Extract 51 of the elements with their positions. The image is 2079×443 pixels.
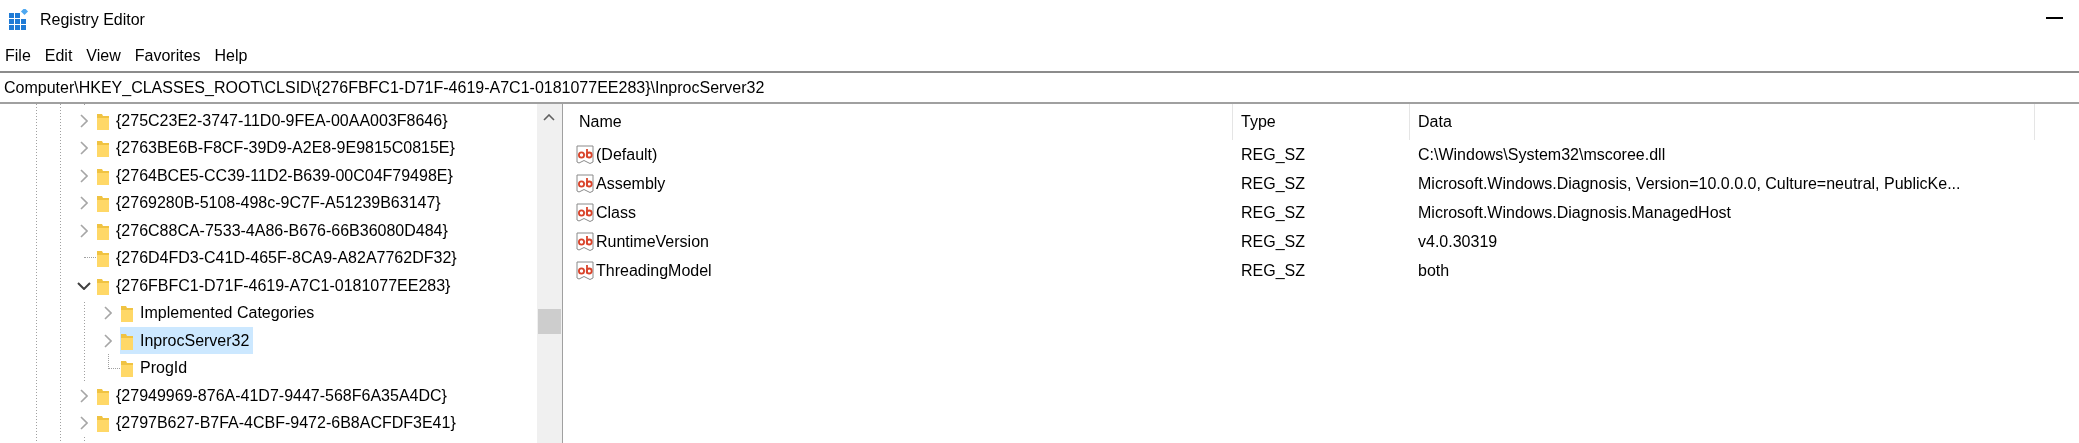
folder-icon (120, 303, 134, 324)
scrollbar-thumb[interactable] (538, 309, 561, 334)
folder-icon (96, 413, 110, 434)
registry-cubes-icon (8, 9, 30, 31)
chevron-down-icon[interactable] (77, 281, 91, 290)
folder-icon (96, 193, 110, 214)
column-header[interactable]: Type (1233, 104, 1410, 140)
menu-item[interactable]: File (2, 44, 38, 67)
string-value-icon (575, 144, 595, 165)
chevron-right-icon[interactable] (80, 141, 88, 156)
menu-item[interactable]: Favorites (131, 44, 208, 67)
vertical-scrollbar[interactable] (537, 104, 562, 443)
string-value-icon (575, 173, 595, 194)
menu-item[interactable]: View (83, 44, 128, 67)
address-bar[interactable]: Computer\HKEY_CLASSES_ROOT\CLSID\{276FBFC1-D71F-4619-A7C1-0181077EE283}\InprocServer32 (0, 71, 2079, 102)
value-type: REG_SZ (1240, 145, 1306, 164)
menu-item[interactable]: Help (211, 44, 255, 67)
value-name: RuntimeVersion (596, 232, 709, 251)
value-name: ThreadingModel (596, 261, 712, 280)
column-header[interactable]: Data (1410, 104, 2035, 140)
value-name: Assembly (596, 174, 666, 193)
tree-item[interactable]: InprocServer32 (120, 327, 254, 355)
value-data: v4.0.30319 (1417, 232, 1499, 251)
folder-icon (96, 248, 110, 269)
value-type: REG_SZ (1240, 261, 1306, 280)
value-type: REG_SZ (1240, 203, 1306, 222)
value-type: REG_SZ (1240, 232, 1306, 251)
folder-icon (96, 138, 110, 159)
chevron-right-icon[interactable] (80, 223, 88, 238)
chevron-right-icon[interactable] (104, 306, 112, 321)
folder-icon (120, 358, 134, 379)
chevron-right-icon[interactable] (80, 196, 88, 211)
value-name: Class (596, 203, 636, 222)
value-data: Microsoft.Windows.Diagnosis, Version=10.0.0.0, Culture=neutral, PublicKe... (1417, 174, 1962, 193)
string-value-icon (575, 202, 595, 223)
chevron-right-icon[interactable] (80, 416, 88, 431)
menu-item[interactable]: Edit (41, 44, 80, 67)
chevron-right-icon[interactable] (80, 388, 88, 403)
chevron-right-icon[interactable] (104, 333, 112, 348)
value-data: C:\Windows\System32\mscoree.dll (1417, 145, 1667, 164)
window-title: Registry Editor (40, 11, 145, 29)
chevron-right-icon[interactable] (80, 113, 88, 128)
value-type: REG_SZ (1240, 174, 1306, 193)
value-name: (Default) (596, 145, 658, 164)
string-value-icon (575, 260, 595, 281)
scroll-up-icon[interactable] (543, 114, 555, 121)
value-data: both (1417, 261, 1451, 280)
column-header[interactable]: Name (571, 104, 1233, 140)
string-value-icon (575, 231, 595, 252)
chevron-right-icon[interactable] (80, 168, 88, 183)
value-data: Microsoft.Windows.Diagnosis.ManagedHost (1417, 203, 1732, 222)
